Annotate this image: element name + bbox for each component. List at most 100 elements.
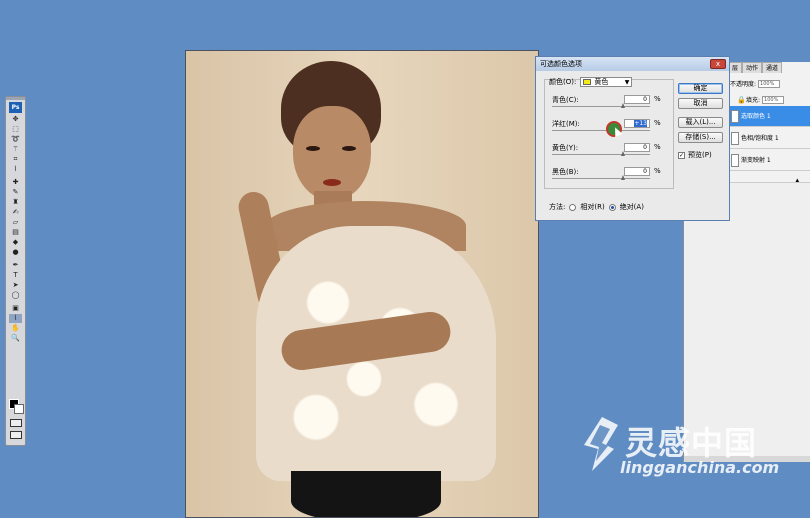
color-row: 颜色(O): 黄色 ▼ (549, 77, 633, 87)
yellow-slider-row: 黄色(Y): 0 % (552, 143, 667, 163)
pen-icon[interactable]: ✒ (9, 261, 22, 270)
preview-row: ✓ 预览(P) (678, 150, 712, 160)
dialog-title: 可选颜色选项 (540, 60, 582, 68)
magic-wand-icon[interactable]: ⚚ (9, 145, 22, 154)
photo-lips (323, 179, 341, 186)
ok-button[interactable]: 确定 (678, 83, 723, 94)
fill-row: 填充: 100% (746, 95, 785, 104)
type-icon[interactable]: T (9, 271, 22, 280)
eraser-icon[interactable]: ▱ (9, 218, 22, 227)
fill-label: 填充: (746, 97, 761, 104)
notes-icon[interactable]: ▣ (9, 304, 22, 313)
save-button[interactable]: 存储(S)... (678, 132, 723, 143)
tools-panel: Ps ✥ ⬚ ➰ ⚚ ⌗ ⌇ ✚ ✎ ♜ ✍ ▱ ▤ ◆ ● ✒ T ➤ ◯ ▣… (5, 96, 26, 446)
method-row: 方法: 相对(R) 绝对(A) (549, 202, 644, 212)
panel-grip[interactable] (6, 97, 25, 100)
cancel-button[interactable]: 取消 (678, 98, 723, 109)
cyan-slider-row: 青色(C): 0 % (552, 95, 667, 115)
black-unit: % (654, 167, 661, 175)
color-dropdown[interactable]: 黄色 ▼ (580, 77, 633, 87)
yellow-unit: % (654, 143, 661, 151)
layer-row[interactable]: 选取颜色 1 (729, 106, 810, 127)
black-value-field[interactable]: 0 (624, 167, 650, 176)
watermark-logo (584, 417, 618, 471)
eyedropper2-icon[interactable]: ⌇ (9, 314, 22, 323)
yellow-swatch (583, 79, 592, 85)
dialog-titlebar[interactable]: 可选颜色选项 x (536, 57, 729, 71)
preview-checkbox[interactable]: ✓ (678, 151, 685, 159)
path-select-icon[interactable]: ➤ (9, 281, 22, 290)
shape-icon[interactable]: ◯ (9, 291, 22, 300)
layer-thumbnail (731, 110, 739, 123)
opacity-field[interactable]: 100% (758, 79, 781, 88)
tab-actions[interactable]: 动作 (742, 62, 763, 73)
relative-radio[interactable] (569, 203, 577, 211)
photo-eye (306, 146, 320, 151)
color-value: 黄色 (594, 78, 609, 86)
hand-icon[interactable]: ✋ (9, 324, 22, 333)
close-button[interactable]: x (710, 59, 726, 69)
black-slider-thumb[interactable] (621, 175, 625, 180)
photo-eye (342, 146, 356, 151)
layer-row[interactable]: 色相/饱和度 1 (729, 128, 810, 149)
layer-name: 色相/饱和度 1 (741, 135, 779, 142)
tab-layers[interactable]: 层 (728, 62, 743, 73)
layer-name: 渐变映射 1 (741, 157, 771, 164)
absolute-label: 绝对(A) (619, 203, 644, 211)
layer-name: 选取颜色 1 (741, 113, 771, 120)
opacity-row: 不透明度: 100% (730, 79, 781, 88)
opacity-label: 不透明度: (730, 81, 757, 88)
cyan-slider-thumb[interactable] (621, 103, 625, 108)
cyan-slider-track[interactable] (552, 106, 650, 107)
black-slider-row: 黑色(B): 0 % (552, 167, 667, 187)
yellow-value-field[interactable]: 0 (624, 143, 650, 152)
photo-face (293, 106, 371, 201)
background-color-swatch[interactable] (14, 404, 24, 414)
screen-mode-icon[interactable] (10, 431, 22, 439)
yellow-label: 黄色(Y): (552, 144, 579, 152)
tab-channels[interactable]: 通道 (762, 62, 783, 73)
absolute-radio[interactable] (608, 203, 616, 211)
move-icon[interactable]: ✥ (9, 115, 22, 124)
blur-icon[interactable]: ◆ (9, 238, 22, 247)
lasso-icon[interactable]: ➰ (9, 135, 22, 144)
black-slider-track[interactable] (552, 178, 650, 179)
history-brush-icon[interactable]: ✍ (9, 208, 22, 217)
yellow-slider-thumb[interactable] (621, 151, 625, 156)
brush-icon[interactable]: ✎ (9, 188, 22, 197)
layer-thumbnail (731, 132, 739, 145)
marquee-icon[interactable]: ⬚ (9, 125, 22, 134)
cyan-label: 青色(C): (552, 96, 579, 104)
black-label: 黑色(B): (552, 168, 579, 176)
cyan-unit: % (654, 95, 661, 103)
document-canvas[interactable] (185, 50, 539, 518)
crop-icon[interactable]: ⌗ (9, 155, 22, 164)
method-label: 方法: (549, 203, 566, 211)
load-button[interactable]: 载入(L)... (678, 117, 723, 128)
quick-mask-icon[interactable] (10, 419, 22, 427)
selective-color-dialog: 可选颜色选项 x 颜色(O): 黄色 ▼ 青色(C): 0 % 洋红(M): +… (535, 56, 730, 221)
fill-field[interactable]: 100% (762, 95, 785, 104)
yellow-slider-track[interactable] (552, 154, 650, 155)
cyan-value-field[interactable]: 0 (624, 95, 650, 104)
color-label: 颜色(O): (549, 78, 577, 86)
preview-label: 预览(P) (688, 151, 712, 159)
lock-icon[interactable]: 🔒 (737, 96, 746, 104)
magenta-unit: % (654, 119, 661, 127)
magenta-slider-track[interactable] (552, 130, 650, 131)
stamp-icon[interactable]: ♜ (9, 198, 22, 207)
gradient-icon[interactable]: ▤ (9, 228, 22, 237)
watermark-url: lingganchina.com (620, 458, 780, 477)
ps-logo: Ps (9, 102, 22, 113)
eyedropper-icon[interactable]: ⌇ (9, 165, 22, 174)
dodge-icon[interactable]: ● (9, 248, 22, 257)
magenta-label: 洋红(M): (552, 120, 580, 128)
healing-icon[interactable]: ✚ (9, 178, 22, 187)
layer-row[interactable]: 渐变映射 1 (729, 150, 810, 171)
layer-thumbnail (731, 154, 739, 167)
photo-shorts (291, 471, 441, 517)
layers-tabs: 层 动作 通道 (728, 62, 783, 73)
chevron-down-icon: ▼ (624, 79, 630, 86)
zoom-icon[interactable]: 🔍 (9, 334, 22, 343)
magenta-value-field[interactable]: +13 (624, 119, 650, 128)
